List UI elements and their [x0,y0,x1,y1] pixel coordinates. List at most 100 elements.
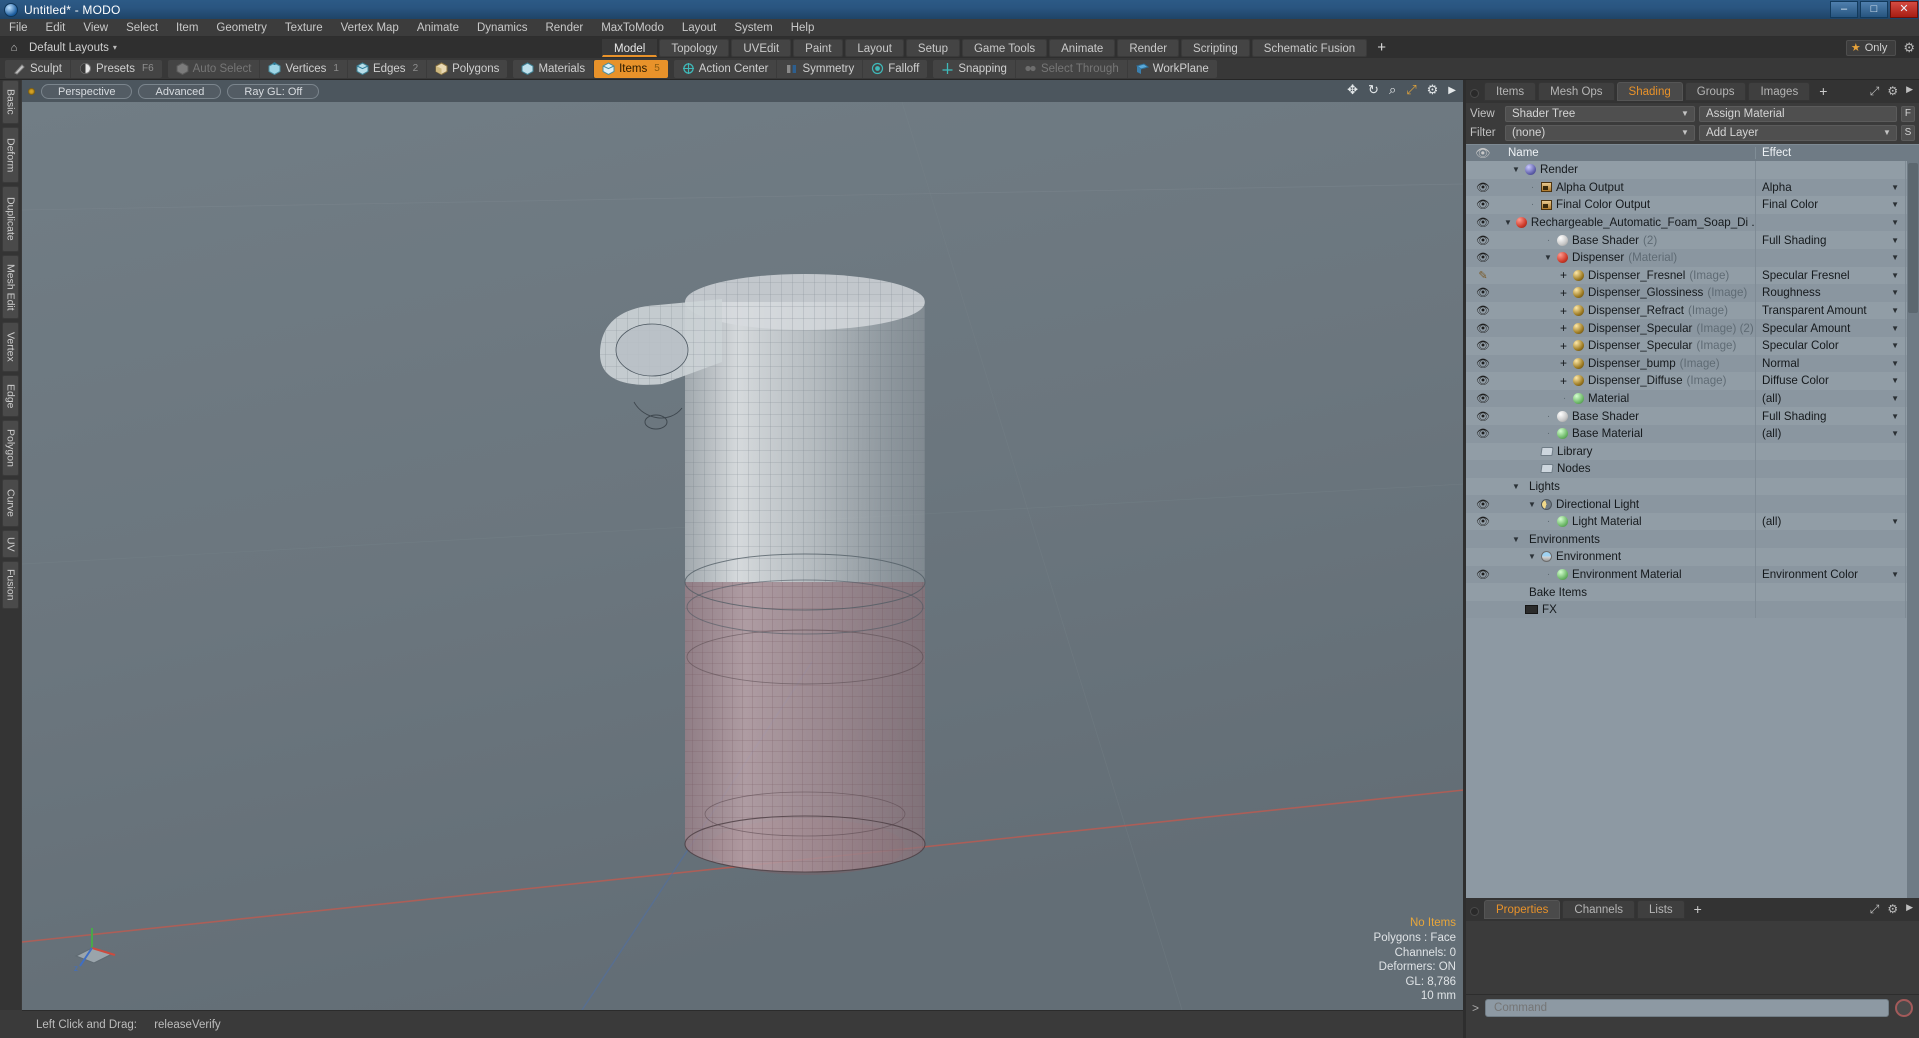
left-tab-uv[interactable]: UV [2,530,19,558]
shader-tree-row[interactable]: 👁 ▼ Rechargeable_Automatic_Foam_Soap_Di ..… [1466,213,1919,232]
shader-tree-row[interactable]: 👁 ▼ Dispenser (Material) ▼ [1466,248,1919,267]
visibility-eye-icon[interactable]: 👁 [1466,304,1500,317]
chevron-down-icon[interactable]: ▼ [1891,517,1899,526]
assign-material-field[interactable]: Assign Material [1698,105,1897,122]
shader-tree-row[interactable]: 👁 · Material (all) ▼ [1466,389,1919,408]
shader-tree-effect-select[interactable]: Full Shading ▼ [1755,231,1905,249]
left-tab-fusion[interactable]: Fusion [2,561,19,609]
chevron-down-icon[interactable]: ▼ [1891,394,1899,403]
menu-item-view[interactable]: View [74,19,117,37]
toolbar-button-items[interactable]: Items 5 [594,59,668,78]
visibility-eye-icon[interactable]: 👁 [1466,286,1500,299]
menu-item-layout[interactable]: Layout [673,19,726,37]
gear-icon[interactable]: ⚙ [1427,82,1439,98]
visibility-eye-icon[interactable]: 👁 [1466,427,1500,440]
visibility-eye-icon[interactable]: 👁 [1466,410,1500,423]
left-tab-polygon[interactable]: Polygon [2,420,19,476]
visibility-eye-icon[interactable]: 👁 [1466,357,1500,370]
bottom-tab-properties[interactable]: Properties [1484,900,1561,919]
menu-item-file[interactable]: File [0,19,37,37]
layout-tab-paint[interactable]: Paint [793,38,844,57]
disclosure-triangle-icon[interactable]: ▼ [1512,535,1521,544]
layout-tab-model[interactable]: Model [602,38,658,57]
column-header-effect[interactable]: Effect [1755,147,1905,159]
panel-tab-images[interactable]: Images [1748,82,1811,101]
shader-tree[interactable]: ▼ Render 👁 · Alpha Output Alpha ▼ 👁 · Final Color… [1466,161,1919,921]
shader-tree-row[interactable]: 👁 ▼ Directional Light [1466,495,1919,513]
menu-item-help[interactable]: Help [782,19,824,37]
shader-tree-row[interactable]: 👁 · Alpha Output Alpha ▼ [1466,178,1919,197]
expand-plus-icon[interactable]: + [1560,356,1569,370]
shader-tree-row[interactable]: ▼ Render [1466,161,1919,179]
shader-tree-effect-select[interactable]: (all) ▼ [1755,424,1905,443]
shader-tree-effect-select[interactable]: Transparent Amount ▼ [1755,301,1905,320]
shader-tree-row-name[interactable]: ▼ Render [1500,163,1755,176]
shader-tree-effect-select[interactable]: Specular Amount ▼ [1755,319,1905,337]
menu-item-vertex-map[interactable]: Vertex Map [332,19,408,37]
visibility-eye-icon[interactable]: 👁 [1466,498,1500,511]
chevron-down-icon[interactable]: ▼ [1891,412,1899,421]
toolbar-button-sculpt[interactable]: Sculpt [5,59,71,78]
shader-tree-effect-select[interactable]: Specular Fresnel ▼ [1755,266,1905,285]
visibility-eye-icon[interactable]: 👁 [1466,181,1500,194]
visibility-eye-icon[interactable]: 👁 [1466,568,1500,581]
shader-tree-row-name[interactable]: · Material [1500,392,1755,405]
toolbar-button-snapping[interactable]: Snapping [933,59,1016,78]
shader-tree-row[interactable]: 👁 + Dispenser_Refract (Image) Transparent Am… [1466,301,1919,320]
left-tab-duplicate[interactable]: Duplicate [2,186,19,252]
chevron-down-icon[interactable]: ▼ [1891,253,1899,262]
shader-tree-row-name[interactable]: ▼ Environments [1500,533,1755,546]
shader-tree-row-name[interactable]: · Alpha Output [1500,181,1755,194]
layout-tab-game-tools[interactable]: Game Tools [961,38,1048,57]
shader-tree-scrollbar[interactable] [1907,161,1919,921]
layout-tab-layout[interactable]: Layout [845,38,904,57]
toolbar-button-vertices[interactable]: Vertices 1 [260,59,348,78]
visibility-eye-icon[interactable]: 👁 [1466,234,1500,247]
chevron-right-icon[interactable]: ▶ [1906,902,1913,917]
zoom-icon[interactable]: ⌕ [1389,82,1396,98]
gear-icon[interactable]: ⚙ [1887,902,1898,917]
gear-icon[interactable]: ⚙ [1887,84,1898,99]
shader-tree-row-name[interactable]: + Dispenser_Fresnel (Image) [1500,268,1755,282]
menu-item-animate[interactable]: Animate [408,19,468,37]
default-layouts-label[interactable]: Default Layouts [29,42,109,54]
expand-plus-icon[interactable]: + [1560,339,1569,353]
shader-tree-row-name[interactable]: ▼ Rechargeable_Automatic_Foam_Soap_Di ... [1500,216,1755,229]
shader-tree-row-name[interactable]: · Base Shader (2) [1500,234,1755,247]
layout-tab-schematic-fusion[interactable]: Schematic Fusion [1251,38,1368,57]
panel-corner-icon[interactable] [1468,903,1482,917]
chevron-down-icon[interactable]: ▼ [1891,306,1899,315]
command-input[interactable] [1485,999,1889,1017]
viewport-projection-button[interactable]: Perspective [41,83,133,99]
disclosure-triangle-icon[interactable]: ▼ [1512,165,1521,174]
menu-item-maxtomodo[interactable]: MaxToModo [592,19,673,37]
shader-tree-effect-select[interactable]: Diffuse Color ▼ [1755,372,1905,390]
add-layer-select[interactable]: Add Layer ▼ [1698,124,1897,141]
chevron-down-icon[interactable]: ▼ [1891,570,1899,579]
layout-tab-uvedit[interactable]: UVEdit [731,38,792,57]
shader-tree-row-name[interactable]: + Dispenser_Specular (Image) (2) [1500,321,1755,335]
maximize-button[interactable]: □ [1860,1,1888,18]
shader-tree-row[interactable]: Nodes [1466,460,1919,478]
shader-tree-row[interactable]: Library [1466,442,1919,461]
menu-item-geometry[interactable]: Geometry [207,19,276,37]
shader-tree-row[interactable]: 👁 + Dispenser_bump (Image) Normal ▼ [1466,354,1919,373]
toolbar-button-materials[interactable]: Materials [513,59,595,78]
panel-corner-icon[interactable] [1468,85,1482,99]
chevron-down-icon[interactable]: ▼ [1891,218,1899,227]
shader-tree-row-name[interactable]: Library [1500,445,1755,458]
add-layer-button[interactable]: S [1900,124,1915,141]
visibility-eye-icon[interactable]: 👁 [1466,322,1500,335]
shader-tree-row-name[interactable]: Nodes [1500,462,1755,475]
menu-item-select[interactable]: Select [117,19,167,37]
panel-tab-shading[interactable]: Shading [1616,82,1683,101]
left-tab-curve[interactable]: Curve [2,479,19,527]
chevron-right-icon[interactable]: ▶ [1448,85,1456,96]
menu-item-item[interactable]: Item [167,19,207,37]
left-tab-deform[interactable]: Deform [2,127,19,183]
menu-item-edit[interactable]: Edit [37,19,75,37]
shader-tree-row-name[interactable]: · Light Material [1500,515,1755,528]
toolbar-button-presets[interactable]: Presets F6 [71,60,162,78]
disclosure-triangle-icon[interactable]: ▼ [1512,482,1521,491]
left-tab-vertex[interactable]: Vertex [2,322,19,372]
